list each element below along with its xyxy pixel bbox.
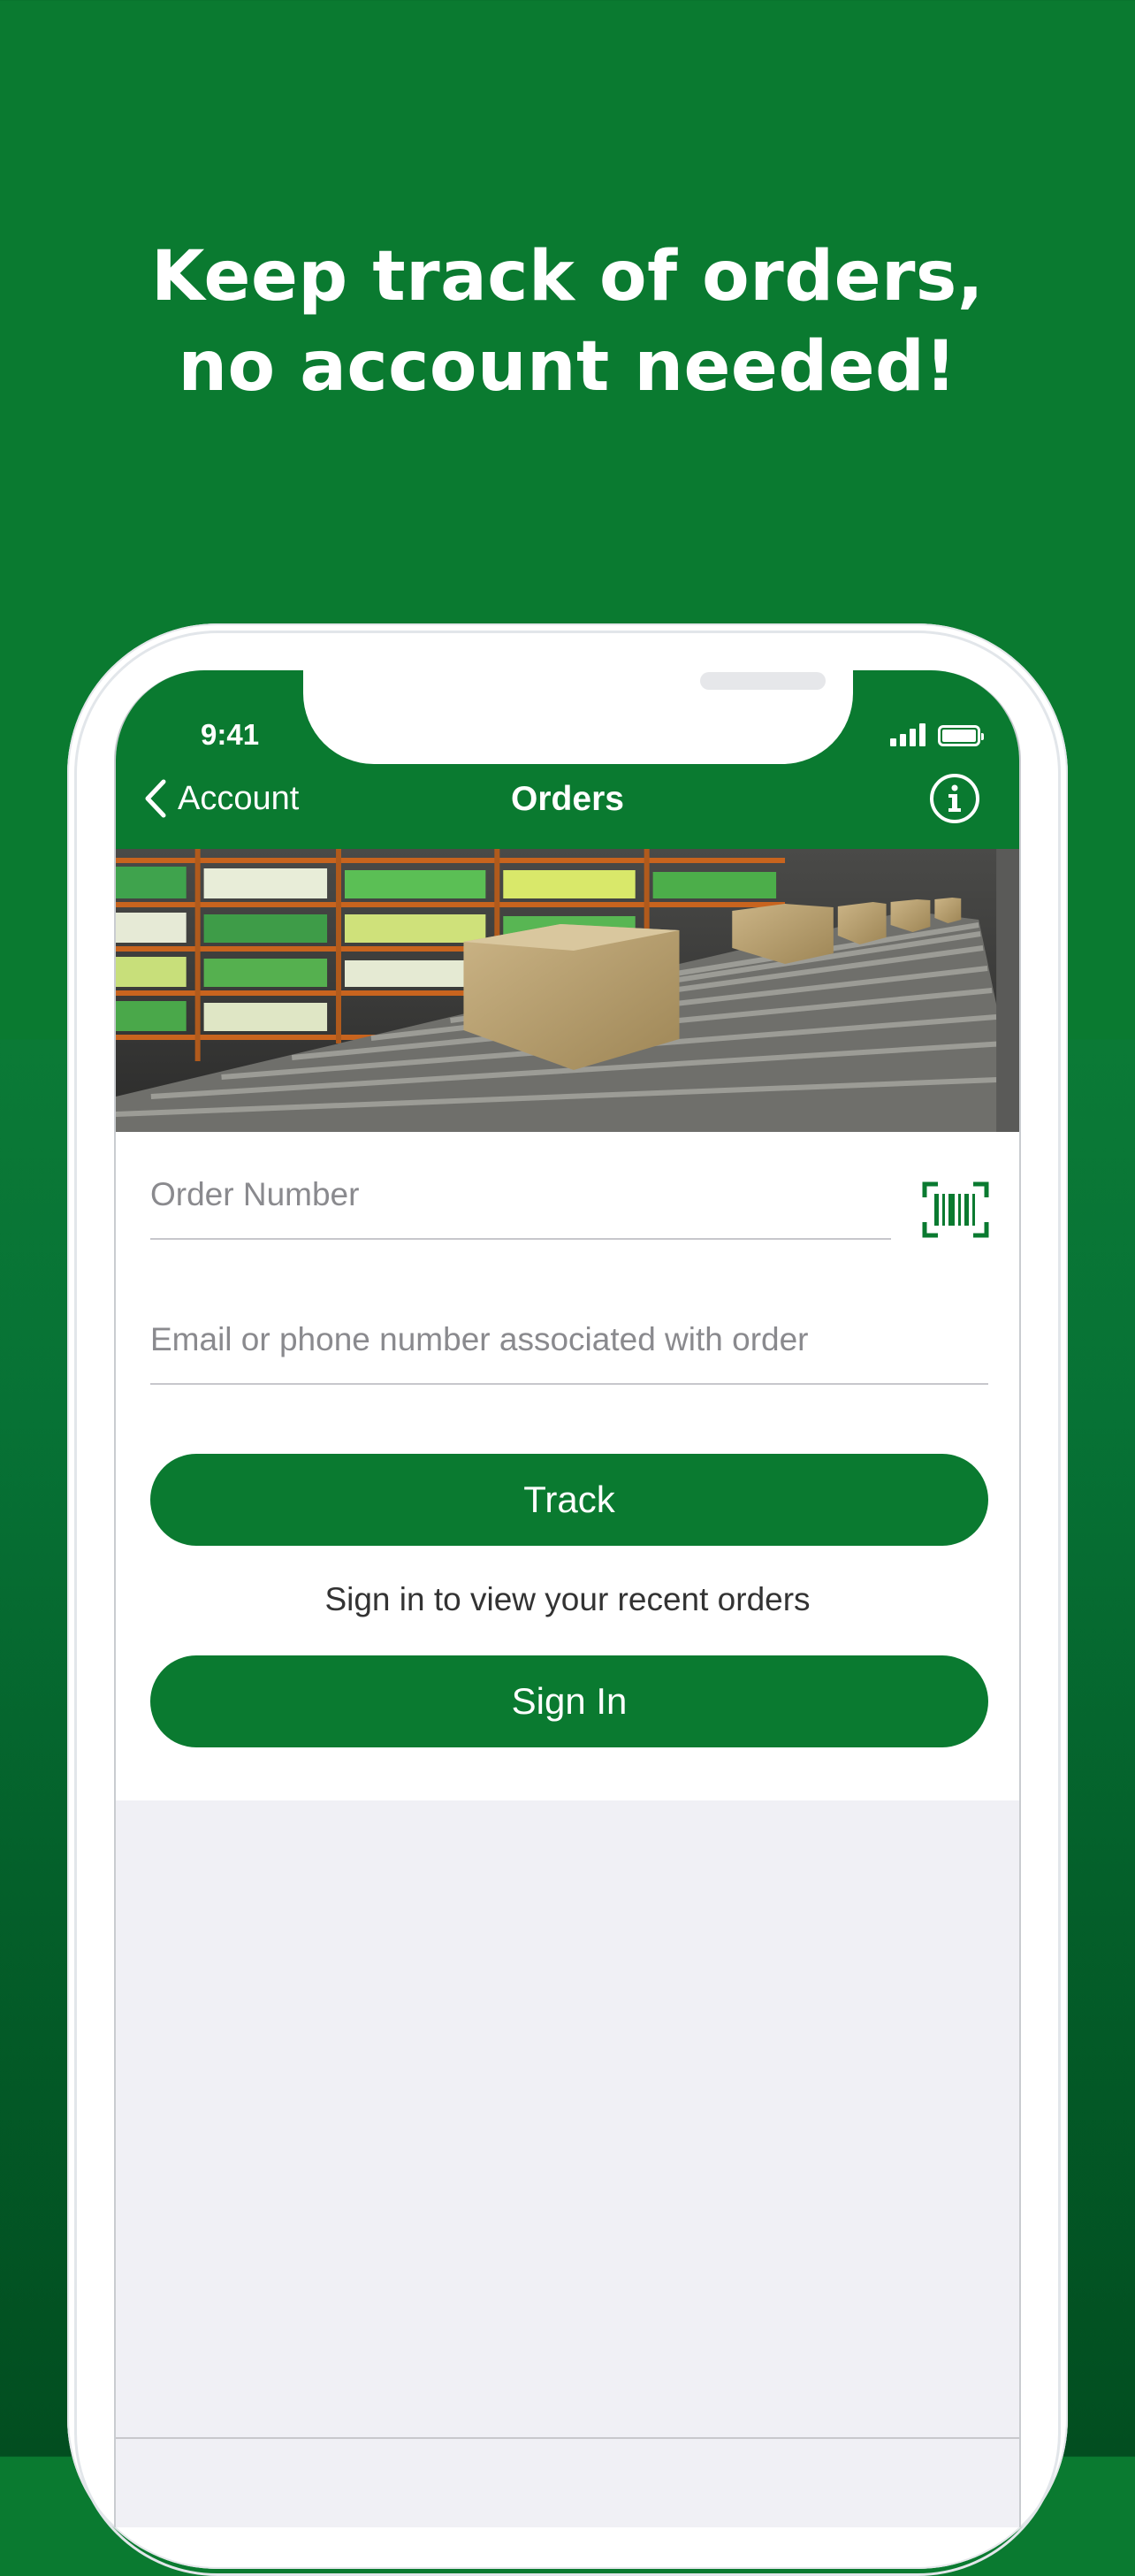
headline-line-2: no account needed! — [178, 327, 957, 407]
info-icon[interactable] — [929, 773, 980, 824]
track-button[interactable]: Track — [150, 1454, 988, 1546]
contact-underline — [150, 1383, 988, 1385]
signin-prompt: Sign in to view your recent orders — [324, 1581, 811, 1617]
barcode-scan-icon[interactable] — [922, 1181, 989, 1238]
order-number-placeholder: Order Number — [150, 1176, 360, 1212]
order-number-underline — [150, 1238, 891, 1240]
sign-in-button[interactable]: Sign In — [150, 1655, 988, 1747]
headline-line-1: Keep track of orders, — [150, 237, 984, 317]
battery-icon — [938, 725, 984, 746]
empty-orders-area — [116, 1800, 1019, 2527]
marketing-headline: Keep track of orders, no account needed! — [0, 232, 1135, 412]
status-time: 9:41 — [201, 718, 260, 751]
phone-notch — [303, 670, 853, 764]
order-number-field[interactable]: Order Number — [150, 1176, 891, 1240]
speaker-grille — [700, 672, 826, 690]
contact-placeholder: Email or phone number associated with or… — [150, 1321, 809, 1357]
back-button[interactable]: Account — [142, 778, 299, 819]
contact-field[interactable]: Email or phone number associated with or… — [150, 1321, 988, 1385]
cellular-signal-icon — [890, 723, 926, 746]
warehouse-conveyor-image — [116, 849, 1019, 1132]
back-button-label: Account — [178, 779, 300, 817]
chevron-left-icon — [145, 779, 166, 818]
divider — [116, 2437, 1019, 2439]
phone-screen: 9:41 Account Orders Order Number Email o… — [114, 670, 1021, 2527]
status-icons — [890, 720, 984, 746]
